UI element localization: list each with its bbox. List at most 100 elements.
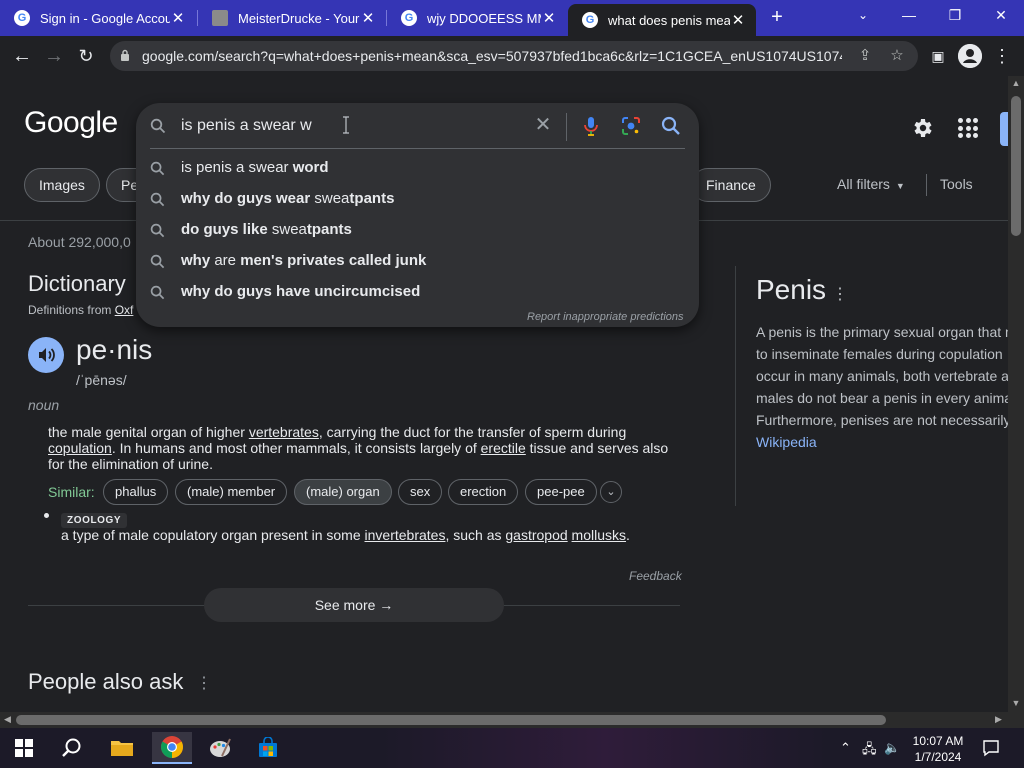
oxford-link[interactable]: Oxf xyxy=(115,303,134,317)
paint-app-button[interactable] xyxy=(200,732,240,764)
search-input-row[interactable]: is penis a swear w ✕ xyxy=(136,103,699,149)
google-lens-icon[interactable] xyxy=(620,115,642,137)
link-copulation[interactable]: copulation xyxy=(48,440,112,456)
definition-2: a type of male copulatory organ present … xyxy=(61,527,630,543)
similar-chip[interactable]: phallus xyxy=(103,479,169,505)
chip-finance[interactable]: Finance xyxy=(691,168,771,202)
divider xyxy=(926,174,927,196)
suggestion-text: why are men's privates called junk xyxy=(181,252,426,269)
search-button[interactable] xyxy=(52,732,92,764)
report-predictions-link[interactable]: Report inappropriate predictions xyxy=(527,311,684,323)
new-tab-button[interactable]: + xyxy=(766,6,788,28)
voice-search-mic-icon[interactable] xyxy=(580,115,602,137)
chip-images[interactable]: Images xyxy=(24,168,100,202)
link-gastropod[interactable]: gastropod xyxy=(505,527,567,543)
search-icon xyxy=(150,254,165,269)
folder-icon xyxy=(111,741,133,756)
scroll-left-arrow-icon[interactable]: ◀ xyxy=(4,714,11,725)
google-logo[interactable]: Google xyxy=(24,106,118,140)
chrome-taskbar-button[interactable] xyxy=(152,732,192,764)
minimize-button[interactable]: — xyxy=(894,4,924,26)
more-options-icon[interactable]: ⋮ xyxy=(196,673,212,693)
link-erectile[interactable]: erectile xyxy=(481,440,526,456)
file-explorer-button[interactable] xyxy=(102,732,142,764)
link-invertebrates[interactable]: invertebrates xyxy=(365,527,446,543)
forward-button[interactable]: → xyxy=(42,44,66,68)
knowledge-panel-title: Penis ⋮ xyxy=(756,274,848,306)
suggestion-completion: do guys like xyxy=(181,221,272,238)
all-filters-button[interactable]: All filters ▼ xyxy=(837,176,905,192)
restore-button[interactable]: ❐ xyxy=(940,4,970,26)
suggestion-text: is penis a swear word xyxy=(181,159,329,176)
tab-sign-in[interactable]: G Sign in - Google Accounts ✕ xyxy=(0,0,196,36)
vertical-scrollbar[interactable]: ▲ ▼ xyxy=(1008,76,1024,712)
kp-line: Furthermore, penises are not necessarily xyxy=(756,412,1008,428)
close-tab-icon[interactable]: ✕ xyxy=(541,9,557,27)
suggestion-item[interactable]: is penis a swear word xyxy=(136,153,699,184)
notifications-button[interactable] xyxy=(976,732,1006,764)
similar-chip[interactable]: (male) organ xyxy=(294,479,392,505)
wikipedia-link[interactable]: Wikipedia xyxy=(756,431,1008,453)
scrollbar-thumb[interactable] xyxy=(1011,96,1021,236)
suggestion-typed: are xyxy=(214,252,237,269)
tab-search-chevron-icon[interactable]: ⌄ xyxy=(848,4,878,26)
tab-wjy[interactable]: G wjy DDOOEESS MMYY ✕ xyxy=(387,0,567,36)
clear-search-button[interactable]: ✕ xyxy=(532,114,554,136)
search-submit-icon[interactable] xyxy=(660,115,682,137)
horizontal-scrollbar[interactable]: ◀ ▶ xyxy=(0,712,1008,728)
scroll-up-arrow-icon[interactable]: ▲ xyxy=(1011,78,1021,88)
suggestion-item[interactable]: why are men's privates called junk xyxy=(136,246,699,277)
close-tab-icon[interactable]: ✕ xyxy=(730,11,746,29)
settings-gear-icon[interactable] xyxy=(910,116,934,140)
taskbar-clock[interactable]: 10:07 AM 1/7/2024 xyxy=(906,733,970,765)
scrollbar-thumb[interactable] xyxy=(16,715,886,725)
windows-logo-icon xyxy=(15,739,33,757)
scroll-down-arrow-icon[interactable]: ▼ xyxy=(1011,698,1021,708)
tray-overflow-chevron-icon[interactable]: ⌃ xyxy=(840,740,851,756)
link-mollusks[interactable]: mollusks xyxy=(572,527,626,543)
tab-what-does-penis-mean[interactable]: G what does penis mean - Google Search ✕ xyxy=(568,4,756,36)
pronounce-button[interactable] xyxy=(28,337,64,373)
close-window-button[interactable]: ✕ xyxy=(986,4,1016,26)
side-panel-icon[interactable]: ▣ xyxy=(926,44,950,68)
address-bar[interactable]: google.com/search?q=what+does+penis+mean… xyxy=(110,41,918,71)
feedback-link[interactable]: Feedback xyxy=(629,569,682,583)
volume-muted-icon[interactable]: 🔈 xyxy=(884,740,900,756)
similar-chip[interactable]: pee-pee xyxy=(525,479,597,505)
link-vertebrates[interactable]: vertebrates xyxy=(249,424,319,440)
microsoft-store-button[interactable] xyxy=(248,732,288,764)
similar-chip[interactable]: sex xyxy=(398,479,443,505)
suggestion-completion: word xyxy=(292,159,329,176)
chrome-menu-icon[interactable]: ⋮ xyxy=(990,44,1014,68)
see-more-button[interactable]: See more → xyxy=(204,588,504,622)
more-options-icon[interactable]: ⋮ xyxy=(832,286,848,303)
search-icon xyxy=(150,118,166,134)
google-g-icon: G xyxy=(582,12,598,28)
knowledge-panel-description: A penis is the primary sexual organ that… xyxy=(756,321,1008,453)
suggestion-item[interactable]: why do guys have uncircumcised xyxy=(136,277,699,308)
reload-button[interactable]: ↻ xyxy=(74,44,98,68)
profile-avatar[interactable] xyxy=(958,44,982,68)
back-button[interactable]: ← xyxy=(10,44,34,68)
close-tab-icon[interactable]: ✕ xyxy=(170,9,186,27)
similar-chip[interactable]: (male) member xyxy=(175,479,288,505)
bookmark-star-icon[interactable]: ☆ xyxy=(888,47,906,65)
google-apps-icon[interactable] xyxy=(958,118,978,138)
similar-chip[interactable]: erection xyxy=(448,479,519,505)
sign-in-button[interactable] xyxy=(1000,112,1008,146)
suggestion-item[interactable]: why do guys wear sweatpants xyxy=(136,184,699,215)
expand-similar-chevron-icon[interactable]: ⌄ xyxy=(600,481,622,503)
start-button[interactable] xyxy=(4,732,44,764)
close-tab-icon[interactable]: ✕ xyxy=(360,9,376,27)
tools-button[interactable]: Tools xyxy=(940,176,973,192)
scroll-right-arrow-icon[interactable]: ▶ xyxy=(995,714,1002,725)
suggestion-item[interactable]: do guys like sweatpants xyxy=(136,215,699,246)
search-input[interactable]: is penis a swear w xyxy=(181,117,312,135)
def-text: . xyxy=(626,527,630,543)
dictionary-heading: Dictionary xyxy=(28,271,126,296)
share-icon[interactable]: ⇪ xyxy=(856,47,874,65)
suggestion-text: why do guys have uncircumcised xyxy=(181,283,420,300)
network-icon[interactable]: 🖧 xyxy=(862,740,877,762)
tab-meisterdrucke[interactable]: MeisterDrucke - Your fine art prints ✕ xyxy=(198,0,386,36)
suggestion-completion: tpants xyxy=(349,190,395,207)
